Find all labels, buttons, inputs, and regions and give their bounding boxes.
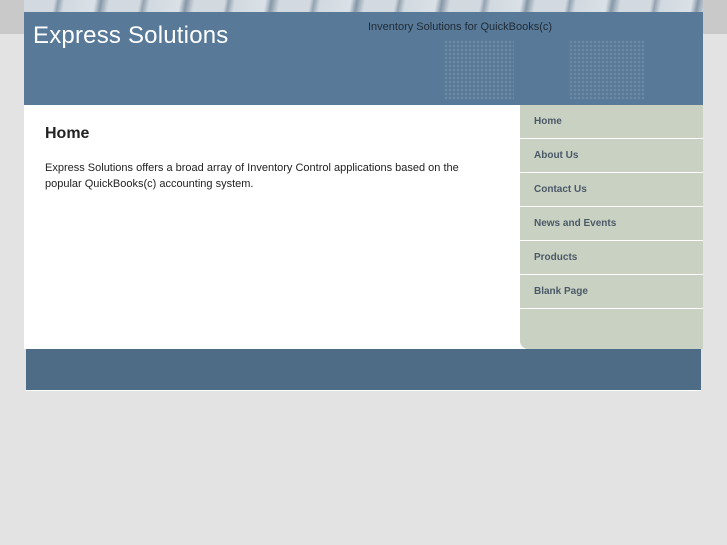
site-tagline: Inventory Solutions for QuickBooks(c) [368,21,553,33]
site-title: Express Solutions [33,22,229,49]
site-footer [26,349,701,391]
content-row: Home Express Solutions offers a broad ar… [24,105,703,349]
site-header: Express Solutions Inventory Solutions fo… [24,0,703,105]
nav-item-blank-page[interactable]: Blank Page [520,275,703,309]
nav-item-about-us[interactable]: About Us [520,139,703,173]
page-title: Home [45,125,90,142]
header-decorative-pattern [24,0,703,12]
header-texture [444,40,514,100]
header-texture [569,40,644,100]
intro-paragraph: Express Solutions offers a broad array o… [45,162,459,190]
nav-item-products[interactable]: Products [520,241,703,275]
main-content: Home Express Solutions offers a broad ar… [24,105,520,349]
nav-item-contact-us[interactable]: Contact Us [520,173,703,207]
nav-item-news-and-events[interactable]: News and Events [520,207,703,241]
page-container: Express Solutions Inventory Solutions fo… [24,0,703,391]
nav-item-home[interactable]: Home [520,105,703,139]
sidebar-nav: Home About Us Contact Us News and Events… [520,105,703,349]
